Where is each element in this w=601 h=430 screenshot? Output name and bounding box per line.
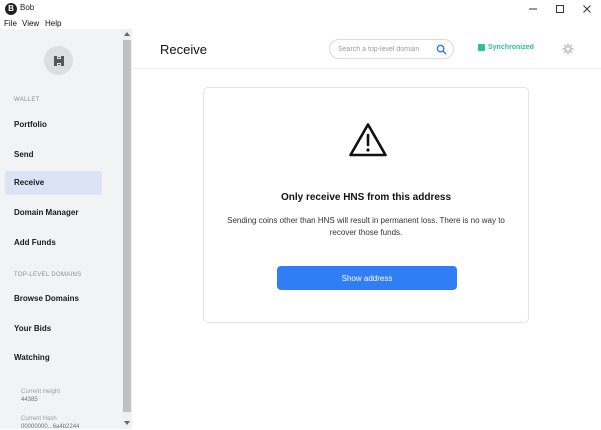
- minimize-icon: [529, 8, 537, 10]
- scroll-down-arrow[interactable]: [122, 418, 132, 428]
- header: Receive Synchronized: [132, 29, 601, 69]
- sidebar-item-label: Add Funds: [14, 238, 56, 247]
- menu-help[interactable]: Help: [45, 18, 61, 29]
- sync-check-icon: [478, 44, 485, 56]
- sidebar-item-add-funds[interactable]: Add Funds: [5, 231, 102, 255]
- sidebar-item-send[interactable]: Send: [5, 143, 102, 167]
- title-bar: B Bob: [0, 0, 601, 18]
- search-box[interactable]: [329, 39, 454, 59]
- card-body: Sending coins other than HNS will result…: [227, 216, 505, 237]
- sidebar-scrollbar[interactable]: [122, 29, 132, 429]
- sidebar-item-label: Send: [14, 150, 34, 159]
- gear-icon[interactable]: [562, 43, 574, 55]
- sidebar-item-portfolio[interactable]: Portfolio: [5, 113, 102, 137]
- sidebar: WALLET Portfolio Send Receive Domain Man…: [0, 29, 122, 430]
- maximize-button[interactable]: [546, 0, 574, 18]
- sidebar-item-receive[interactable]: Receive: [5, 171, 102, 195]
- sidebar-item-label: Portfolio: [14, 120, 47, 129]
- card-title: Only receive HNS from this address: [280, 192, 452, 203]
- scroll-thumb[interactable]: [123, 40, 131, 412]
- sidebar-item-label: Watching: [14, 353, 50, 362]
- search-icon[interactable]: [436, 44, 447, 55]
- sidebar-item-label: Receive: [14, 178, 45, 187]
- sidebar-item-label: Your Bids: [14, 324, 52, 333]
- current-height-label: Current Height: [21, 389, 61, 395]
- wallet-section-label: WALLET: [14, 97, 40, 103]
- show-address-button[interactable]: Show address: [277, 266, 457, 290]
- current-hash-value: 00000000...6a4b2244: [21, 424, 80, 430]
- search-input[interactable]: [338, 43, 433, 55]
- domains-section-label: TOP-LEVEL DOMAINS: [14, 272, 82, 278]
- maximize-icon: [556, 5, 564, 13]
- menu-bar: File View Help: [0, 18, 601, 29]
- sidebar-item-your-bids[interactable]: Your Bids: [5, 317, 102, 341]
- sidebar-item-browse-domains[interactable]: Browse Domains: [5, 287, 102, 311]
- receive-warning-card: Only receive HNS from this address Sendi…: [203, 87, 529, 323]
- current-height-value: 44385: [21, 397, 38, 403]
- sync-status: Synchronized: [488, 44, 534, 51]
- close-button[interactable]: [573, 0, 601, 18]
- window-title: Bob: [20, 3, 35, 12]
- sidebar-item-domain-manager[interactable]: Domain Manager: [5, 201, 102, 225]
- scroll-up-arrow[interactable]: [122, 29, 132, 39]
- logo: [44, 46, 73, 75]
- triangle-up-icon: [124, 32, 130, 36]
- minimize-button[interactable]: [519, 0, 547, 18]
- sidebar-item-watching[interactable]: Watching: [5, 346, 102, 370]
- close-icon: [583, 5, 591, 13]
- menu-file[interactable]: File: [4, 18, 17, 29]
- triangle-down-icon: [124, 421, 130, 425]
- menu-view[interactable]: View: [22, 18, 39, 29]
- page-title: Receive: [160, 42, 207, 57]
- handshake-logo-icon: [53, 55, 64, 66]
- current-hash-label: Current Hash: [21, 416, 57, 422]
- sidebar-item-label: Domain Manager: [14, 208, 79, 217]
- app-icon: B: [5, 3, 17, 15]
- sidebar-item-label: Browse Domains: [14, 294, 79, 303]
- warning-icon: [349, 123, 387, 157]
